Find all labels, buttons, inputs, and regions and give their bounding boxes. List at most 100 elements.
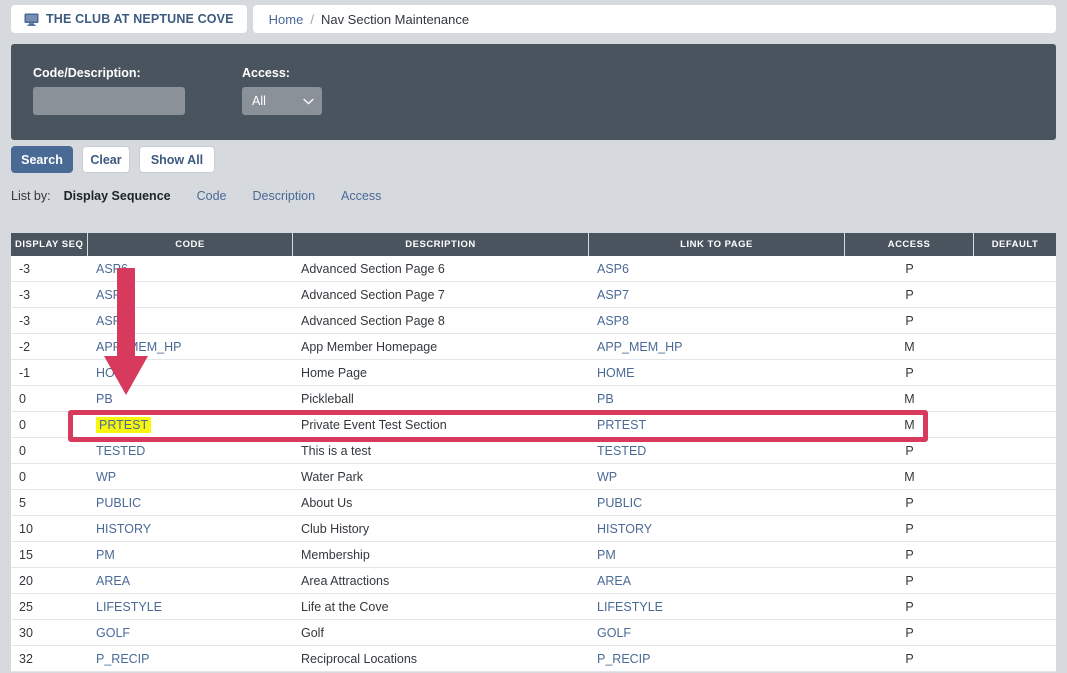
cell-default bbox=[974, 646, 1056, 672]
link-to-page-link[interactable]: PB bbox=[597, 392, 614, 406]
link-to-page-link[interactable]: ASP7 bbox=[597, 288, 629, 302]
table-row[interactable]: -1 HOME Home Page HOME P bbox=[11, 360, 1056, 386]
cell-default bbox=[974, 308, 1056, 334]
column-header-access[interactable]: ACCESS bbox=[845, 233, 974, 256]
code-link[interactable]: GOLF bbox=[96, 626, 130, 640]
cell-access: P bbox=[845, 542, 974, 568]
table-row[interactable]: 0 TESTED This is a test TESTED P bbox=[11, 438, 1056, 464]
link-to-page-link[interactable]: PRTEST bbox=[597, 418, 646, 432]
show-all-button[interactable]: Show All bbox=[139, 146, 215, 173]
cell-default bbox=[974, 386, 1056, 412]
table-row[interactable]: 15 PM Membership PM P bbox=[11, 542, 1056, 568]
list-by-caption: List by: bbox=[11, 189, 51, 203]
cell-default bbox=[974, 490, 1056, 516]
table-head: DISPLAY SEQ CODE DESCRIPTION LINK TO PAG… bbox=[11, 233, 1056, 256]
table-row[interactable]: 0 WP Water Park WP M bbox=[11, 464, 1056, 490]
club-button[interactable]: THE CLUB AT NEPTUNE COVE bbox=[11, 5, 247, 33]
cell-description: Advanced Section Page 6 bbox=[293, 256, 589, 282]
code-description-input[interactable] bbox=[33, 87, 185, 115]
code-link[interactable]: PUBLIC bbox=[96, 496, 141, 510]
cell-description: Home Page bbox=[293, 360, 589, 386]
cell-display-seq: 32 bbox=[11, 646, 88, 672]
cell-link-to-page: PUBLIC bbox=[589, 490, 845, 516]
column-header-link-to-page[interactable]: LINK TO PAGE bbox=[589, 233, 845, 256]
cell-default bbox=[974, 282, 1056, 308]
cell-code: ASP6 bbox=[88, 256, 293, 282]
access-select[interactable]: All bbox=[242, 87, 322, 115]
link-to-page-link[interactable]: HOME bbox=[597, 366, 635, 380]
cell-code: AREA bbox=[88, 568, 293, 594]
code-link[interactable]: PB bbox=[96, 392, 113, 406]
code-link[interactable]: HOME bbox=[96, 366, 134, 380]
code-link[interactable]: PRTEST bbox=[96, 416, 152, 433]
cell-link-to-page: APP_MEM_HP bbox=[589, 334, 845, 360]
table-row[interactable]: -3 ASP8 Advanced Section Page 8 ASP8 P bbox=[11, 308, 1056, 334]
cell-link-to-page: ASP8 bbox=[589, 308, 845, 334]
table-row[interactable]: 20 AREA Area Attractions AREA P bbox=[11, 568, 1056, 594]
cell-code: GOLF bbox=[88, 620, 293, 646]
breadcrumb-home-link[interactable]: Home bbox=[269, 12, 304, 27]
table-row[interactable]: -3 ASP6 Advanced Section Page 6 ASP6 P bbox=[11, 256, 1056, 282]
cell-default bbox=[974, 334, 1056, 360]
column-header-description[interactable]: DESCRIPTION bbox=[293, 233, 589, 256]
cell-display-seq: 30 bbox=[11, 620, 88, 646]
code-link[interactable]: APP_MEM_HP bbox=[96, 340, 181, 354]
search-button[interactable]: Search bbox=[11, 146, 73, 173]
list-by-option-access[interactable]: Access bbox=[341, 189, 381, 203]
monitor-icon bbox=[24, 13, 39, 26]
code-link[interactable]: AREA bbox=[96, 574, 130, 588]
code-link[interactable]: TESTED bbox=[96, 444, 145, 458]
table-row[interactable]: -2 APP_MEM_HP App Member Homepage APP_MEM_H… bbox=[11, 334, 1056, 360]
cell-description: Golf bbox=[293, 620, 589, 646]
cell-default bbox=[974, 542, 1056, 568]
table-row[interactable]: 10 HISTORY Club History HISTORY P bbox=[11, 516, 1056, 542]
code-link[interactable]: P_RECIP bbox=[96, 652, 150, 666]
link-to-page-link[interactable]: ASP8 bbox=[597, 314, 629, 328]
code-link[interactable]: ASP7 bbox=[96, 288, 128, 302]
list-by-current: Display Sequence bbox=[63, 189, 171, 203]
link-to-page-link[interactable]: LIFESTYLE bbox=[597, 600, 663, 614]
table-row[interactable]: 0 PRTEST Private Event Test Section PRTEST M bbox=[11, 412, 1056, 438]
link-to-page-link[interactable]: WP bbox=[597, 470, 617, 484]
code-link[interactable]: PM bbox=[96, 548, 115, 562]
list-by-option-description[interactable]: Description bbox=[253, 189, 316, 203]
column-header-default[interactable]: DEFAULT bbox=[974, 233, 1056, 256]
cell-link-to-page: WP bbox=[589, 464, 845, 490]
link-to-page-link[interactable]: PUBLIC bbox=[597, 496, 642, 510]
code-link[interactable]: LIFESTYLE bbox=[96, 600, 162, 614]
link-to-page-link[interactable]: PM bbox=[597, 548, 616, 562]
cell-code: PRTEST bbox=[88, 412, 293, 438]
code-link[interactable]: ASP8 bbox=[96, 314, 128, 328]
clear-button[interactable]: Clear bbox=[82, 146, 130, 173]
link-to-page-link[interactable]: P_RECIP bbox=[597, 652, 651, 666]
code-link[interactable]: ASP6 bbox=[96, 262, 128, 276]
link-to-page-link[interactable]: APP_MEM_HP bbox=[597, 340, 682, 354]
column-header-code[interactable]: CODE bbox=[88, 233, 293, 256]
column-header-display-seq[interactable]: DISPLAY SEQ bbox=[11, 233, 88, 256]
link-to-page-link[interactable]: HISTORY bbox=[597, 522, 652, 536]
code-link[interactable]: WP bbox=[96, 470, 116, 484]
cell-access: P bbox=[845, 308, 974, 334]
code-link[interactable]: HISTORY bbox=[96, 522, 151, 536]
link-to-page-link[interactable]: GOLF bbox=[597, 626, 631, 640]
table-row[interactable]: 0 PB Pickleball PB M bbox=[11, 386, 1056, 412]
cell-default bbox=[974, 464, 1056, 490]
cell-description: Advanced Section Page 7 bbox=[293, 282, 589, 308]
cell-code: APP_MEM_HP bbox=[88, 334, 293, 360]
cell-default bbox=[974, 568, 1056, 594]
nav-section-table-wrap: DISPLAY SEQ CODE DESCRIPTION LINK TO PAG… bbox=[11, 233, 1056, 672]
table-row[interactable]: 5 PUBLIC About Us PUBLIC P bbox=[11, 490, 1056, 516]
table-row[interactable]: 25 LIFESTYLE Life at the Cove LIFESTYLE P bbox=[11, 594, 1056, 620]
cell-description: Area Attractions bbox=[293, 568, 589, 594]
link-to-page-link[interactable]: ASP6 bbox=[597, 262, 629, 276]
cell-access: M bbox=[845, 386, 974, 412]
table-row[interactable]: 30 GOLF Golf GOLF P bbox=[11, 620, 1056, 646]
table-row[interactable]: -3 ASP7 Advanced Section Page 7 ASP7 P bbox=[11, 282, 1056, 308]
table-row[interactable]: 32 P_RECIP Reciprocal Locations P_RECIP P bbox=[11, 646, 1056, 672]
cell-access: M bbox=[845, 464, 974, 490]
link-to-page-link[interactable]: AREA bbox=[597, 574, 631, 588]
link-to-page-link[interactable]: TESTED bbox=[597, 444, 646, 458]
cell-description: Advanced Section Page 8 bbox=[293, 308, 589, 334]
cell-display-seq: 0 bbox=[11, 438, 88, 464]
list-by-option-code[interactable]: Code bbox=[197, 189, 227, 203]
